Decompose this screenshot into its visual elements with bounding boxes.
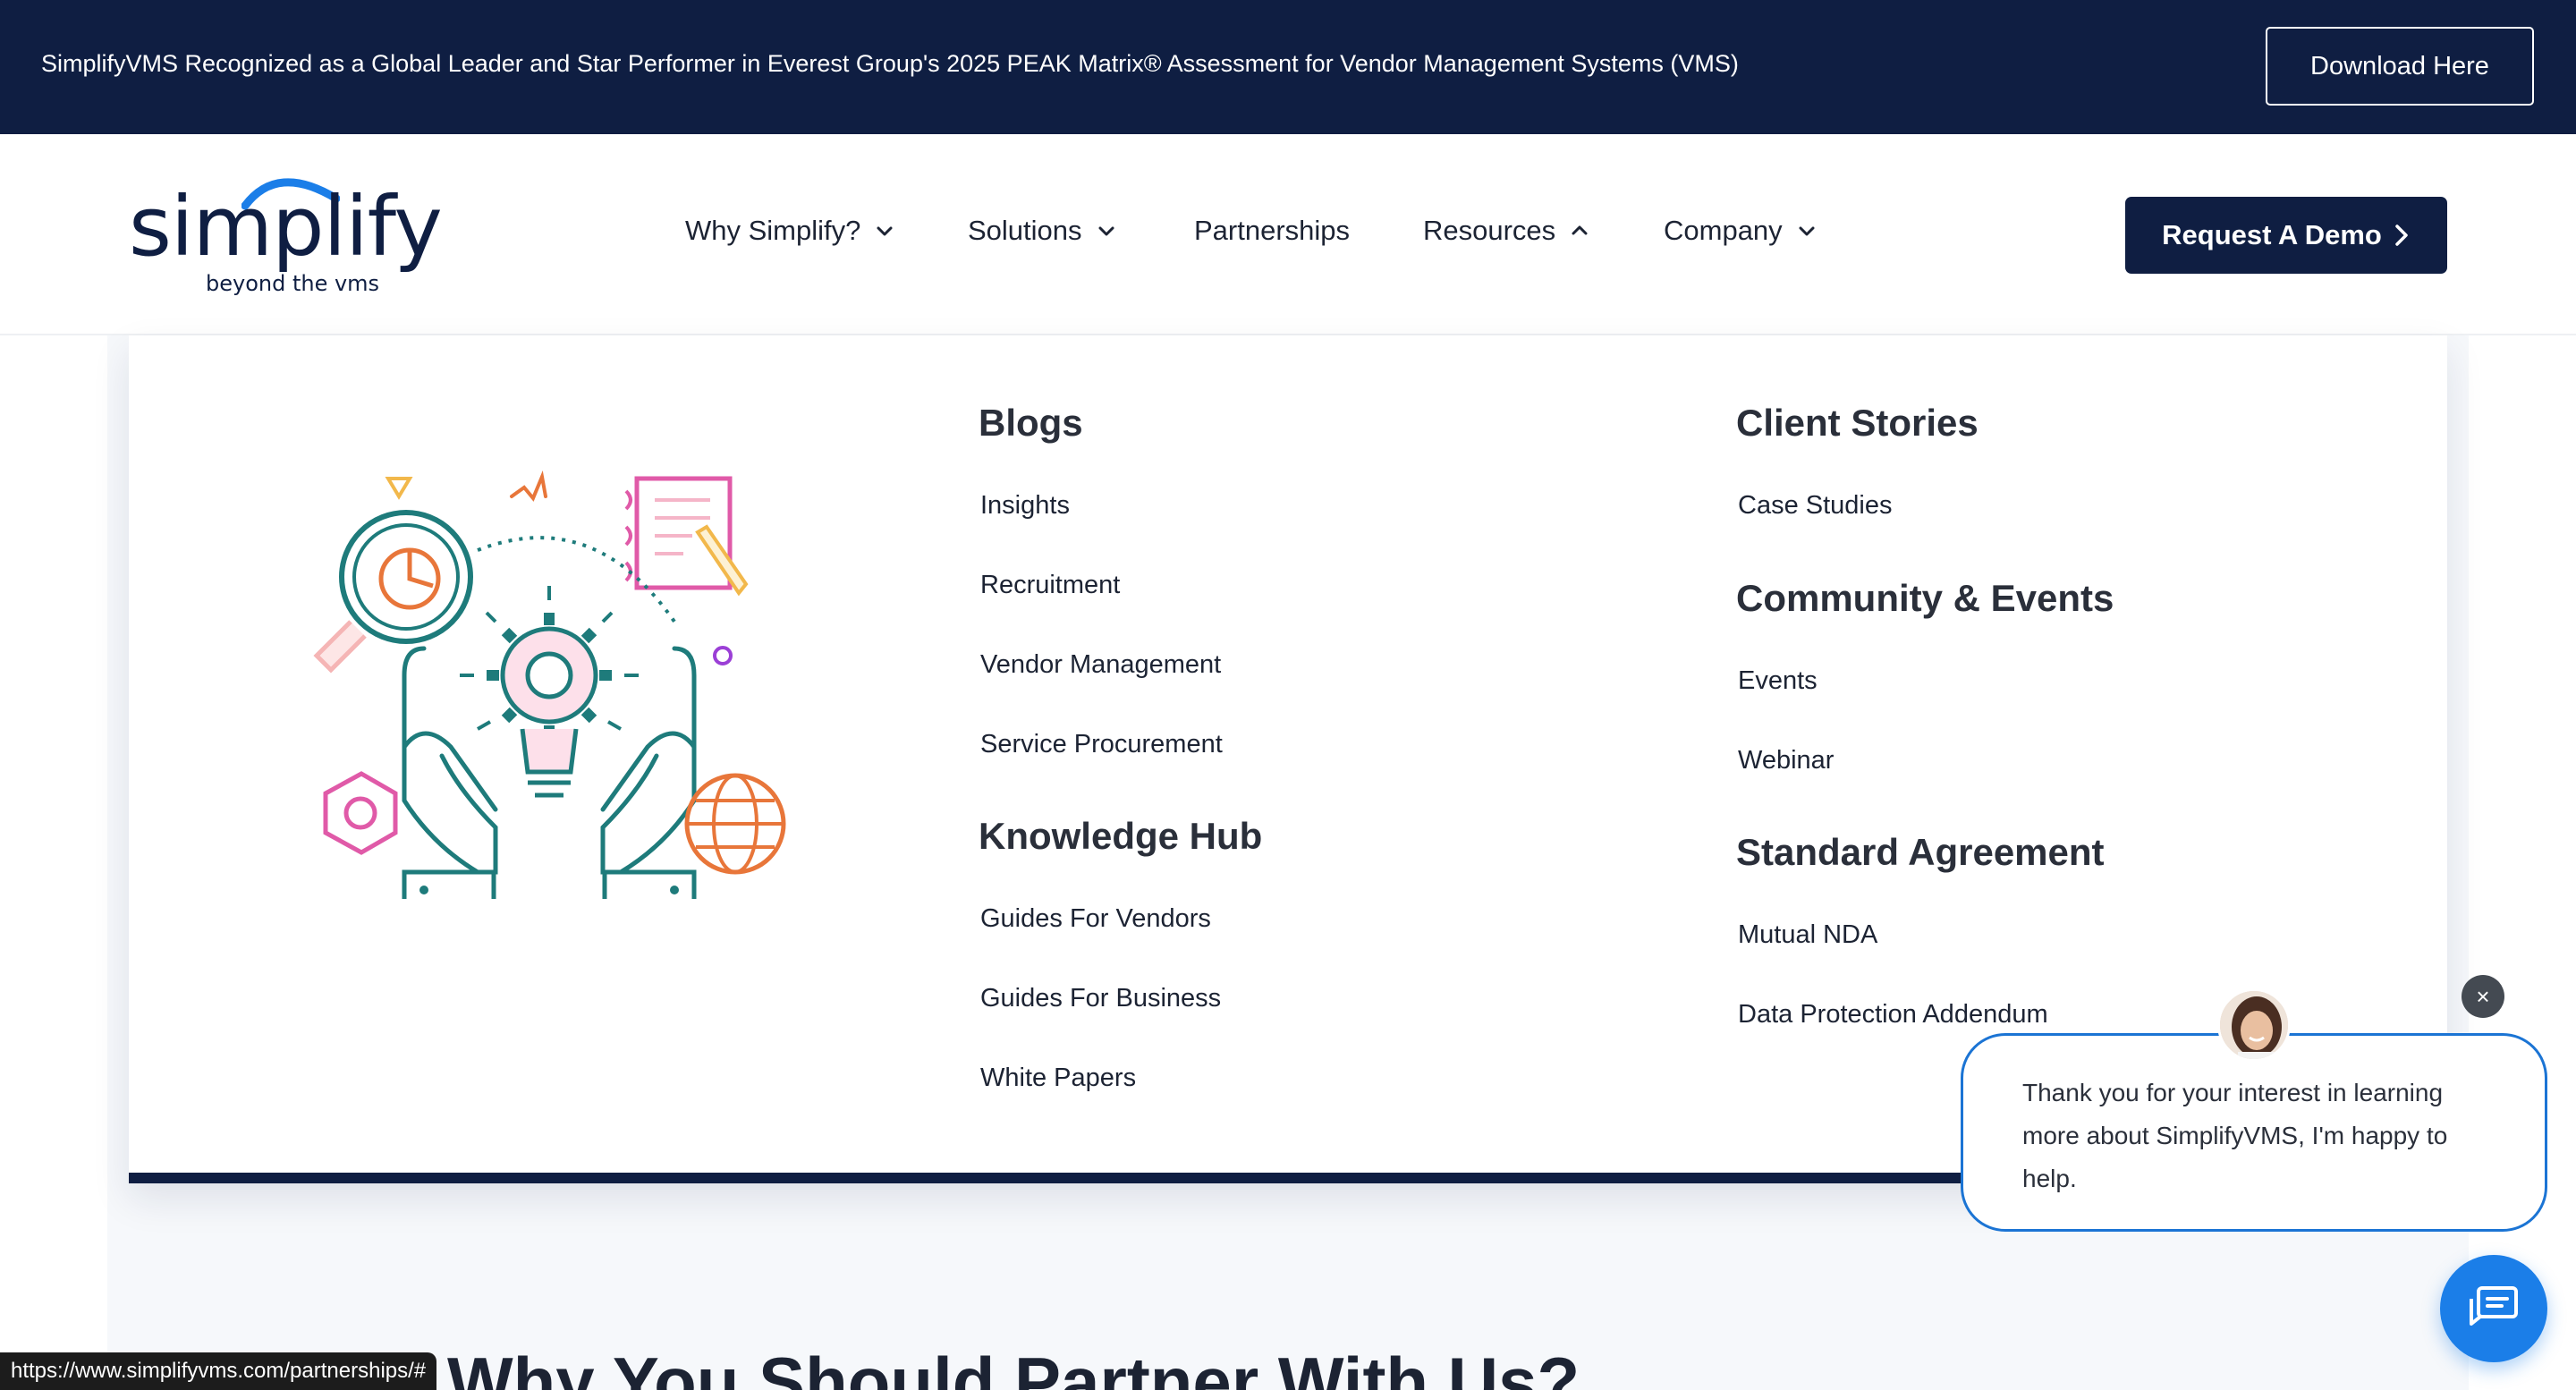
menu-link-data-protection[interactable]: Data Protection Addendum [1738, 1000, 2048, 1030]
knowledge-hub-heading[interactable]: Knowledge Hub [979, 815, 1262, 858]
nav-label: Resources [1423, 215, 1556, 246]
chat-close-button[interactable]: × [2462, 975, 2504, 1018]
request-demo-label: Request A Demo [2162, 219, 2382, 250]
menu-link-mutual-nda[interactable]: Mutual NDA [1738, 920, 1877, 950]
chat-launcher-button[interactable] [2440, 1255, 2547, 1362]
menu-link-case-studies[interactable]: Case Studies [1738, 491, 1893, 521]
nav-company[interactable]: Company [1664, 215, 1818, 247]
nav-label: Solutions [968, 215, 1082, 246]
nav-label: Company [1664, 215, 1783, 246]
menu-link-vendor-management[interactable]: Vendor Management [980, 650, 1221, 680]
menu-link-webinar[interactable]: Webinar [1738, 746, 1834, 776]
community-events-heading[interactable]: Community & Events [1736, 577, 2114, 620]
nav-solutions[interactable]: Solutions [968, 215, 1118, 247]
chevron-right-icon [2395, 225, 2408, 246]
simplify-logo[interactable]: simplify beyond the vms [125, 168, 443, 296]
partner-heading: Why You Should Partner With Us? [447, 1343, 1580, 1390]
logo-wordmark: simplify [129, 179, 443, 275]
site-header: simplify beyond the vms Why Simplify? So… [0, 134, 2576, 335]
chevron-up-icon [1572, 225, 1588, 235]
blogs-heading[interactable]: Blogs [979, 402, 1083, 445]
menu-link-guides-business[interactable]: Guides For Business [980, 984, 1221, 1013]
logo-tagline: beyond the vms [206, 271, 380, 296]
nav-partnerships[interactable]: Partnerships [1194, 215, 1350, 247]
nav-label: Why Simplify? [685, 215, 861, 246]
announcement-text: SimplifyVMS Recognized as a Global Leade… [41, 50, 1739, 77]
chat-icon [2470, 1286, 2518, 1326]
announcement-bar: SimplifyVMS Recognized as a Global Leade… [0, 0, 2576, 134]
menu-link-service-procurement[interactable]: Service Procurement [980, 730, 1223, 759]
innovation-illustration-icon [313, 470, 786, 899]
menu-link-events[interactable]: Events [1738, 666, 1818, 696]
chat-message-bubble[interactable]: Thank you for your interest in learning … [1961, 1033, 2547, 1232]
menu-link-guides-vendors[interactable]: Guides For Vendors [980, 904, 1211, 934]
menu-link-white-papers[interactable]: White Papers [980, 1064, 1136, 1093]
chat-agent-avatar [2217, 988, 2291, 1062]
menu-link-recruitment[interactable]: Recruitment [980, 571, 1120, 600]
status-url: https://www.simplifyvms.com/partnerships… [0, 1352, 437, 1390]
nav-resources[interactable]: Resources [1423, 215, 1591, 247]
client-stories-heading[interactable]: Client Stories [1736, 402, 1979, 445]
nav-why-simplify[interactable]: Why Simplify? [685, 215, 896, 247]
request-demo-button[interactable]: Request A Demo [2125, 197, 2447, 274]
chevron-down-icon [1799, 226, 1815, 236]
menu-link-insights[interactable]: Insights [980, 491, 1070, 521]
nav-label: Partnerships [1194, 215, 1351, 246]
chevron-down-icon [877, 226, 893, 236]
download-here-button[interactable]: Download Here [2266, 27, 2534, 106]
standard-agreement-heading[interactable]: Standard Agreement [1736, 831, 2105, 874]
chat-message-text: Thank you for your interest in learning … [2022, 1079, 2448, 1192]
chevron-down-icon [1098, 226, 1114, 236]
